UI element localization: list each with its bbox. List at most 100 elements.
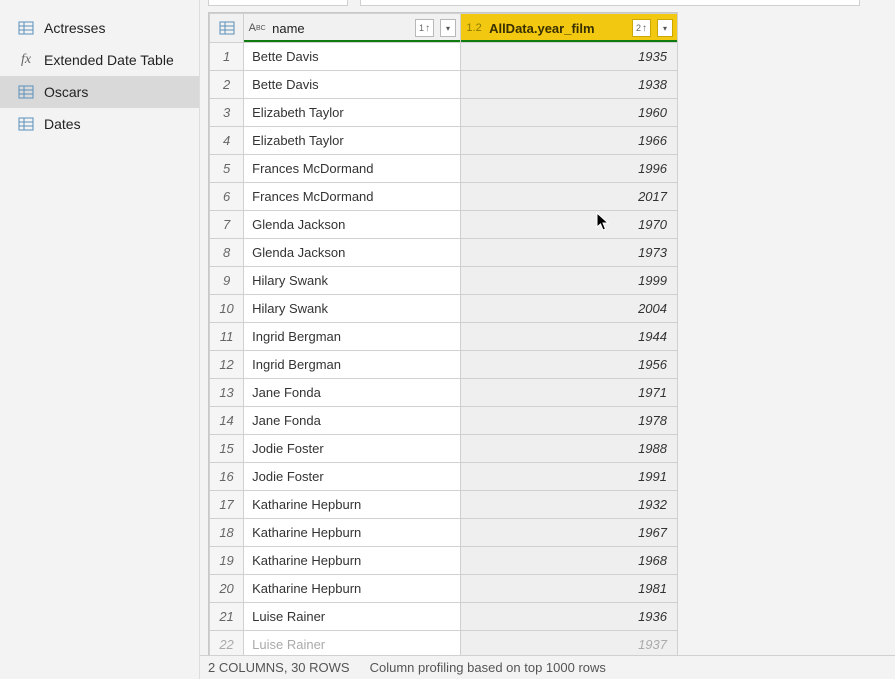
cell-year[interactable]: 1967 xyxy=(461,519,678,547)
cell-year[interactable]: 1981 xyxy=(461,575,678,603)
cell-name[interactable]: Bette Davis xyxy=(244,43,461,71)
cell-name[interactable]: Bette Davis xyxy=(244,71,461,99)
formula-bar[interactable] xyxy=(360,0,860,6)
cell-year[interactable]: 1935 xyxy=(461,43,678,71)
cell-name[interactable]: Jane Fonda xyxy=(244,407,461,435)
cell-year[interactable]: 1956 xyxy=(461,351,678,379)
table-row[interactable]: 1Bette Davis1935 xyxy=(210,43,678,71)
table-row[interactable]: 3Elizabeth Taylor1960 xyxy=(210,99,678,127)
sort-indicator[interactable]: 2 xyxy=(632,19,651,37)
table-row[interactable]: 17Katharine Hepburn1932 xyxy=(210,491,678,519)
row-number-cell[interactable]: 11 xyxy=(210,323,244,351)
cell-year[interactable]: 1996 xyxy=(461,155,678,183)
cell-name[interactable]: Katharine Hepburn xyxy=(244,519,461,547)
cell-year[interactable]: 1968 xyxy=(461,547,678,575)
table-row[interactable]: 2Bette Davis1938 xyxy=(210,71,678,99)
cell-year[interactable]: 2004 xyxy=(461,295,678,323)
table-row[interactable]: 15Jodie Foster1988 xyxy=(210,435,678,463)
row-number-cell[interactable]: 20 xyxy=(210,575,244,603)
cell-name[interactable]: Ingrid Bergman xyxy=(244,323,461,351)
quality-bar xyxy=(244,40,460,43)
data-grid: ABC name 1 ▾ xyxy=(208,12,678,679)
row-number-cell[interactable]: 7 xyxy=(210,211,244,239)
cell-name[interactable]: Katharine Hepburn xyxy=(244,491,461,519)
row-number-cell[interactable]: 16 xyxy=(210,463,244,491)
row-number-cell[interactable]: 18 xyxy=(210,519,244,547)
cell-name[interactable]: Glenda Jackson xyxy=(244,239,461,267)
table-row[interactable]: 4Elizabeth Taylor1966 xyxy=(210,127,678,155)
column-header-year[interactable]: 1.2 AllData.year_film 2 ▾ xyxy=(461,14,678,43)
row-number-cell[interactable]: 9 xyxy=(210,267,244,295)
sidebar-item-actresses[interactable]: Actresses xyxy=(0,12,199,44)
cell-name[interactable]: Glenda Jackson xyxy=(244,211,461,239)
row-number-cell[interactable]: 17 xyxy=(210,491,244,519)
table-row[interactable]: 18Katharine Hepburn1967 xyxy=(210,519,678,547)
sidebar-item-extended-date-table[interactable]: fxExtended Date Table xyxy=(0,44,199,76)
row-number-cell[interactable]: 15 xyxy=(210,435,244,463)
column-filter-button[interactable]: ▾ xyxy=(657,19,673,37)
cell-year[interactable]: 1960 xyxy=(461,99,678,127)
cell-name[interactable]: Hilary Swank xyxy=(244,267,461,295)
table-row[interactable]: 5Frances McDormand1996 xyxy=(210,155,678,183)
cell-year[interactable]: 1999 xyxy=(461,267,678,295)
formula-name-box[interactable] xyxy=(208,0,348,6)
row-number-cell[interactable]: 10 xyxy=(210,295,244,323)
table-row[interactable]: 19Katharine Hepburn1968 xyxy=(210,547,678,575)
table-row[interactable]: 16Jodie Foster1991 xyxy=(210,463,678,491)
cell-year[interactable]: 2017 xyxy=(461,183,678,211)
row-number-header[interactable] xyxy=(210,14,244,43)
cell-year[interactable]: 1971 xyxy=(461,379,678,407)
cell-year[interactable]: 1966 xyxy=(461,127,678,155)
cell-name[interactable]: Katharine Hepburn xyxy=(244,547,461,575)
table-icon xyxy=(219,20,235,36)
row-number-cell[interactable]: 13 xyxy=(210,379,244,407)
row-number-cell[interactable]: 19 xyxy=(210,547,244,575)
sort-indicator[interactable]: 1 xyxy=(415,19,434,37)
cell-year[interactable]: 1938 xyxy=(461,71,678,99)
table-row[interactable]: 12Ingrid Bergman1956 xyxy=(210,351,678,379)
cell-year[interactable]: 1978 xyxy=(461,407,678,435)
cell-name[interactable]: Frances McDormand xyxy=(244,183,461,211)
cell-name[interactable]: Frances McDormand xyxy=(244,155,461,183)
row-number-cell[interactable]: 21 xyxy=(210,603,244,631)
cell-name[interactable]: Elizabeth Taylor xyxy=(244,127,461,155)
table-row[interactable]: 8Glenda Jackson1973 xyxy=(210,239,678,267)
cell-name[interactable]: Jodie Foster xyxy=(244,463,461,491)
cell-year[interactable]: 1970 xyxy=(461,211,678,239)
table-row[interactable]: 7Glenda Jackson1970 xyxy=(210,211,678,239)
row-number-cell[interactable]: 5 xyxy=(210,155,244,183)
cell-year[interactable]: 1932 xyxy=(461,491,678,519)
table-row[interactable]: 9Hilary Swank1999 xyxy=(210,267,678,295)
table-row[interactable]: 14Jane Fonda1978 xyxy=(210,407,678,435)
cell-year[interactable]: 1988 xyxy=(461,435,678,463)
sidebar-item-oscars[interactable]: Oscars xyxy=(0,76,199,108)
row-number-cell[interactable]: 8 xyxy=(210,239,244,267)
cell-name[interactable]: Jodie Foster xyxy=(244,435,461,463)
cell-name[interactable]: Elizabeth Taylor xyxy=(244,99,461,127)
column-header-name[interactable]: ABC name 1 ▾ xyxy=(244,14,461,43)
cell-year[interactable]: 1936 xyxy=(461,603,678,631)
row-number-cell[interactable]: 12 xyxy=(210,351,244,379)
row-number-cell[interactable]: 14 xyxy=(210,407,244,435)
cell-name[interactable]: Luise Rainer xyxy=(244,603,461,631)
column-filter-button[interactable]: ▾ xyxy=(440,19,456,37)
table-row[interactable]: 11Ingrid Bergman1944 xyxy=(210,323,678,351)
cell-year[interactable]: 1973 xyxy=(461,239,678,267)
table-row[interactable]: 13Jane Fonda1971 xyxy=(210,379,678,407)
cell-name[interactable]: Jane Fonda xyxy=(244,379,461,407)
table-row[interactable]: 21Luise Rainer1936 xyxy=(210,603,678,631)
sidebar-item-dates[interactable]: Dates xyxy=(0,108,199,140)
cell-name[interactable]: Ingrid Bergman xyxy=(244,351,461,379)
table-row[interactable]: 10Hilary Swank2004 xyxy=(210,295,678,323)
table-row[interactable]: 20Katharine Hepburn1981 xyxy=(210,575,678,603)
cell-name[interactable]: Katharine Hepburn xyxy=(244,575,461,603)
row-number-cell[interactable]: 2 xyxy=(210,71,244,99)
cell-year[interactable]: 1991 xyxy=(461,463,678,491)
row-number-cell[interactable]: 4 xyxy=(210,127,244,155)
row-number-cell[interactable]: 1 xyxy=(210,43,244,71)
table-row[interactable]: 6Frances McDormand2017 xyxy=(210,183,678,211)
row-number-cell[interactable]: 3 xyxy=(210,99,244,127)
cell-name[interactable]: Hilary Swank xyxy=(244,295,461,323)
row-number-cell[interactable]: 6 xyxy=(210,183,244,211)
cell-year[interactable]: 1944 xyxy=(461,323,678,351)
